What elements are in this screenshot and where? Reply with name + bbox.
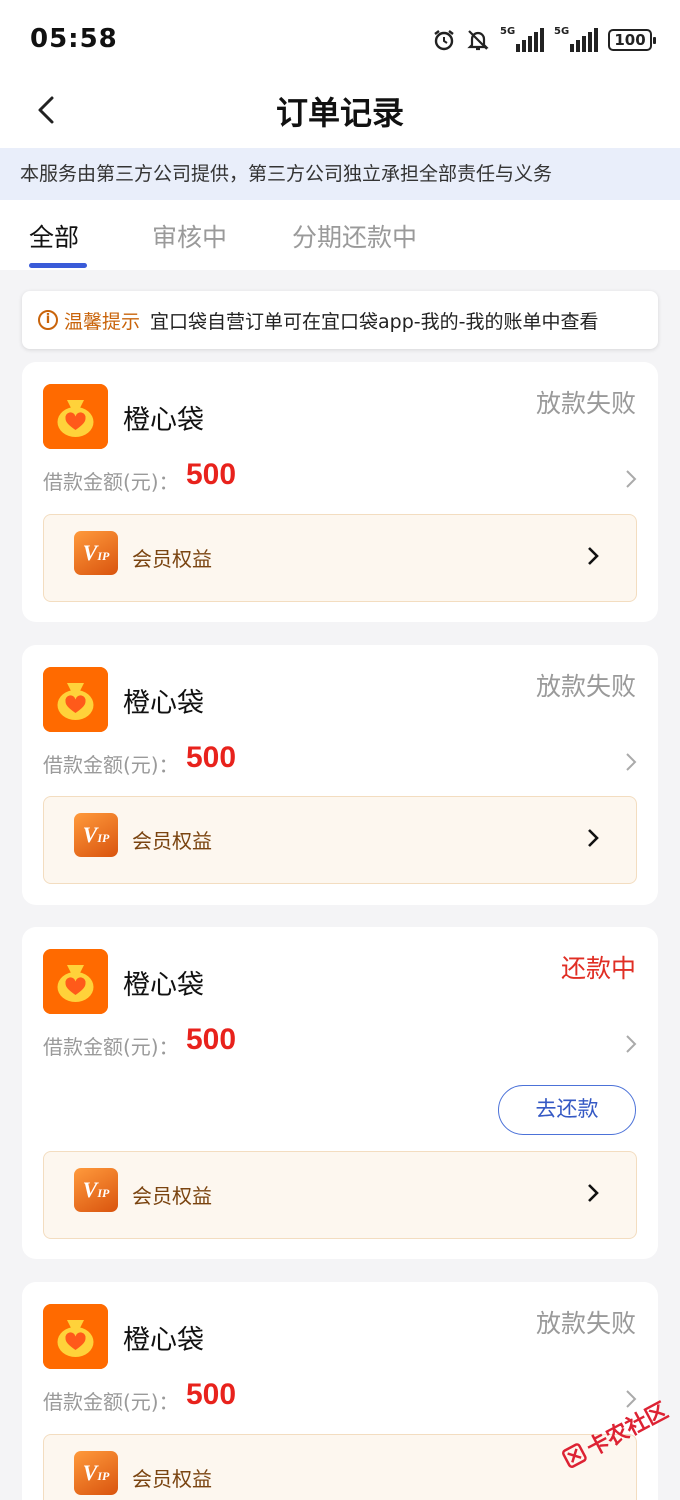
status-time: 05:58 [30,24,118,54]
amount-label: 借款金额(元)： [43,1035,179,1059]
lender-name: 橙心袋 [123,1325,204,1356]
order-card[interactable]: 橙心袋 放款失败 借款金额(元)： 500 VIP 会员权益 [22,362,658,622]
order-status: 放款失败 [535,1309,636,1338]
order-status: 放款失败 [535,389,636,418]
lender-name: 橙心袋 [123,405,204,436]
order-card[interactable]: 橙心袋 还款中 借款金额(元)： 500 去还款 VIP 会员权益 [22,927,658,1259]
info-icon: i [38,310,58,330]
tab-bar: 全部 审核中 分期还款中 [0,200,680,270]
vip-icon-suffix: IP [97,1469,110,1483]
amount-value: 500 [186,458,237,491]
vip-icon-suffix: IP [97,1186,110,1200]
vip-icon: VIP [74,1451,118,1495]
order-status: 还款中 [560,954,636,983]
chevron-right-icon[interactable] [624,1033,638,1055]
order-card[interactable]: 橙心袋 放款失败 借款金额(元)： 500 VIP 会员权益 [22,645,658,905]
tip-label: 温馨提示 [64,310,141,333]
order-status: 放款失败 [535,672,636,701]
chevron-right-icon[interactable] [624,751,638,773]
tab-reviewing[interactable]: 审核中 [152,218,227,254]
vip-benefits-row[interactable]: VIP 会员权益 [43,1151,637,1239]
battery-icon: 100 [608,29,656,51]
amount-label: 借款金额(元)： [43,753,179,777]
tab-installment[interactable]: 分期还款中 [292,218,417,254]
chevron-right-icon [588,829,599,847]
third-party-notice: 本服务由第三方公司提供，第三方公司独立承担全部责任与义务 [0,148,680,200]
signal-label: 5G [500,26,516,37]
vip-label: 会员权益 [132,1467,212,1491]
page-title: 订单记录 [275,94,404,132]
amount-value: 500 [186,741,237,774]
order-card[interactable]: 橙心袋 放款失败 借款金额(元)： 500 VIP 会员权益 [22,1282,658,1500]
vip-benefits-row[interactable]: VIP 会员权益 [43,796,637,884]
header: 订单记录 [0,80,680,148]
vip-icon-suffix: IP [97,831,110,845]
money-bag-icon [43,384,108,449]
vip-benefits-row[interactable]: VIP 会员权益 [43,1434,637,1500]
lender-name: 橙心袋 [123,970,204,1001]
money-bag-icon [43,667,108,732]
bell-off-icon [467,30,489,51]
tab-all[interactable]: 全部 [29,218,79,254]
chevron-right-icon[interactable] [624,468,638,490]
warm-tip: i 温馨提示 宜口袋自营订单可在宜口袋app-我的-我的账单中查看 [22,291,658,349]
vip-label: 会员权益 [132,547,212,571]
signal-icon: 5G [500,26,544,52]
money-bag-icon [43,1304,108,1369]
tab-indicator [29,263,87,268]
vip-icon: VIP [74,1168,118,1212]
amount-value: 500 [186,1378,237,1411]
chevron-right-icon [588,1184,599,1202]
vip-label: 会员权益 [132,829,212,853]
alarm-icon [434,30,454,51]
vip-icon-suffix: IP [97,549,110,563]
status-icons: 5G 5G 100 [432,26,656,54]
repay-button[interactable]: 去还款 [498,1085,636,1135]
chevron-right-icon [588,547,599,565]
amount-label: 借款金额(元)： [43,1390,179,1414]
lender-name: 橙心袋 [123,688,204,719]
signal-icon: 5G [554,26,598,52]
tip-text: 宜口袋自营订单可在宜口袋app-我的-我的账单中查看 [150,310,599,333]
vip-icon: VIP [74,813,118,857]
vip-label: 会员权益 [132,1184,212,1208]
amount-label: 借款金额(元)： [43,470,179,494]
status-bar: 05:58 5G 5G 100 [0,0,680,80]
money-bag-icon [43,949,108,1014]
amount-value: 500 [186,1023,237,1056]
vip-icon: VIP [74,531,118,575]
signal-label: 5G [554,26,570,37]
vip-benefits-row[interactable]: VIP 会员权益 [43,514,637,602]
